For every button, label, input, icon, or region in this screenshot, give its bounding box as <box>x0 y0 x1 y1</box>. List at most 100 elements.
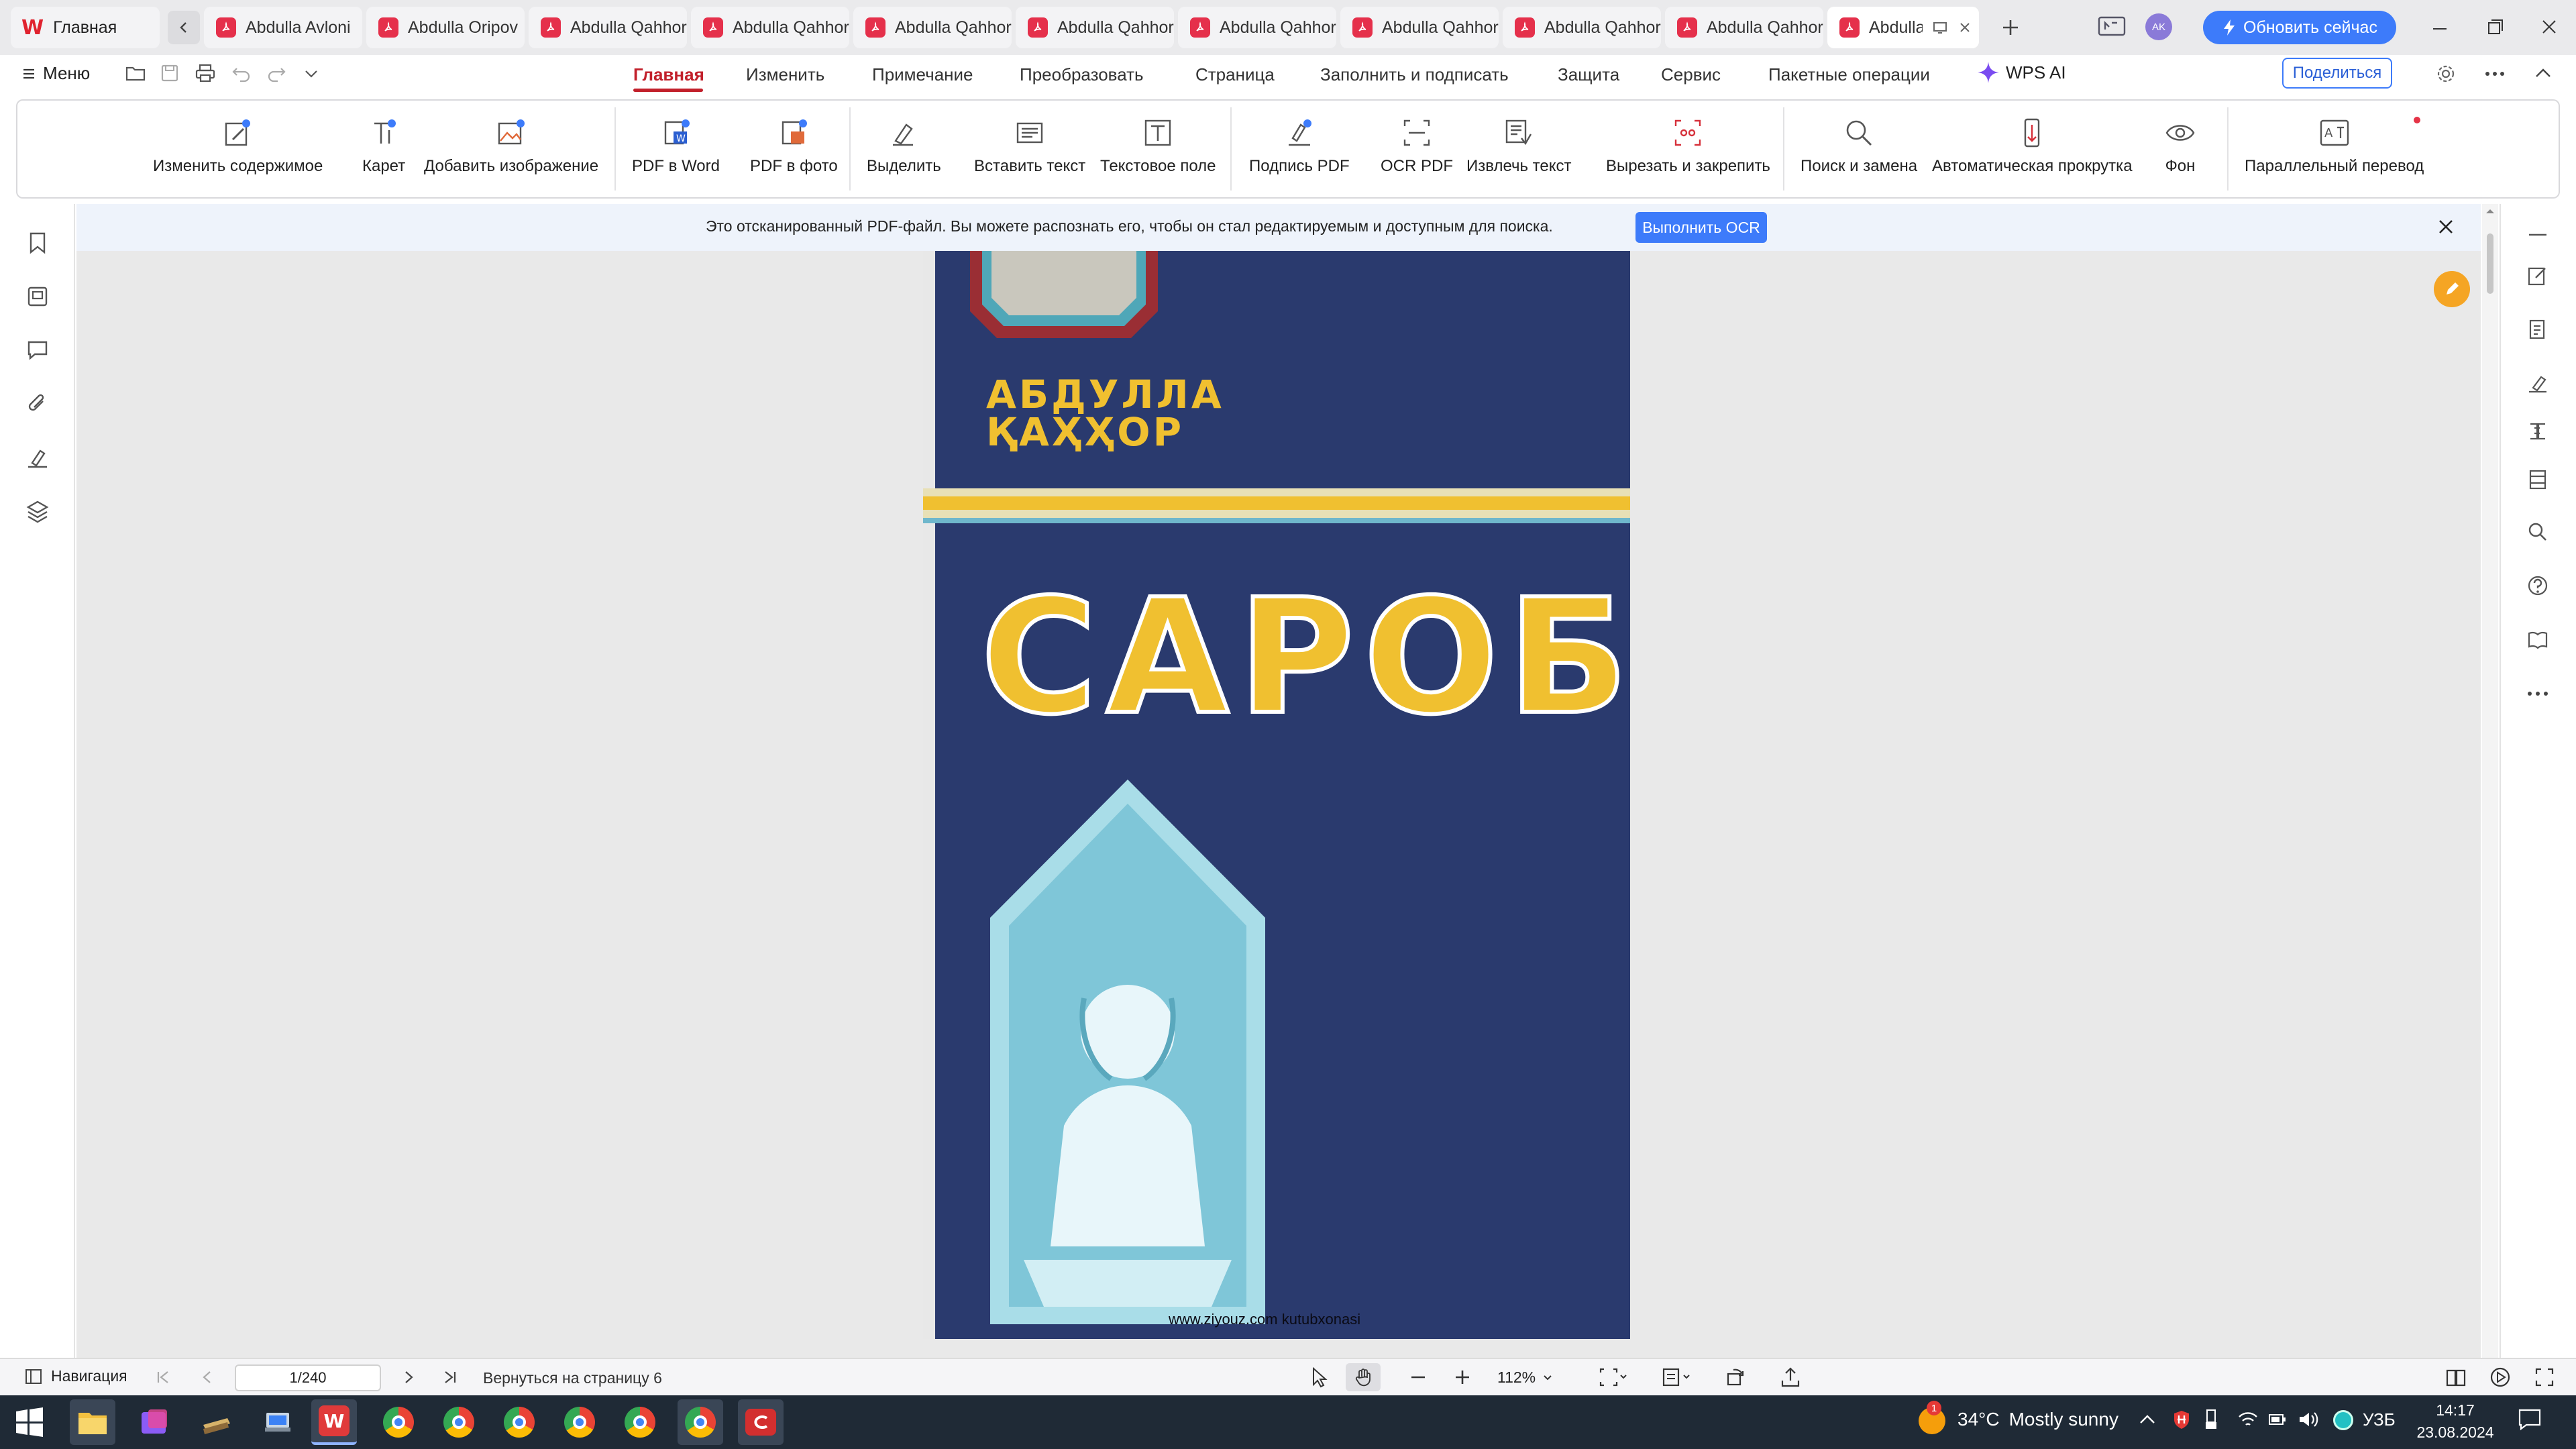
tab-document[interactable]: Abdulla Qahhor <box>1665 7 1823 48</box>
extract-text-button[interactable]: Извлечь текст <box>1466 115 1572 176</box>
tab-document[interactable]: Abdulla Qahhor <box>1503 7 1661 48</box>
pdf-to-image-button[interactable]: PDF в фото <box>750 115 838 176</box>
convert-document-icon[interactable] <box>2526 318 2549 341</box>
update-now-button[interactable]: Обновить сейчас <box>2203 11 2396 44</box>
menu-tab-comment[interactable]: Примечание <box>872 64 973 85</box>
save-icon[interactable] <box>160 63 180 83</box>
tray-app-circle[interactable] <box>2333 1410 2353 1430</box>
menu-tab-fill-sign[interactable]: Заполнить и подписать <box>1320 64 1509 85</box>
taskbar-chrome-3[interactable] <box>496 1399 542 1445</box>
rotate-icon[interactable] <box>1724 1366 1747 1389</box>
scroll-up-icon[interactable] <box>2482 204 2498 217</box>
find-replace-button[interactable]: Поиск и замена <box>1801 115 1917 176</box>
next-page-icon[interactable] <box>400 1368 417 1386</box>
menu-tab-page[interactable]: Страница <box>1195 64 1275 85</box>
more-options-icon[interactable] <box>2483 67 2506 80</box>
bookmark-icon[interactable] <box>25 231 50 255</box>
caret-button[interactable]: Карет <box>362 115 405 176</box>
network-icon[interactable] <box>2237 1409 2259 1430</box>
highlight-button[interactable]: Выделить <box>867 115 941 176</box>
thumbnails-icon[interactable] <box>25 284 50 309</box>
collapse-ribbon-icon[interactable] <box>2533 64 2553 80</box>
add-image-button[interactable]: Добавить изображение <box>424 115 598 176</box>
ocr-pdf-button[interactable]: OCR PDF <box>1381 115 1453 176</box>
tab-document[interactable]: Abdulla Qahhor <box>1016 7 1174 48</box>
tab-document[interactable]: Abdulla Qahhor <box>853 7 1012 48</box>
cut-pin-button[interactable]: Вырезать и закрепить <box>1606 115 1770 176</box>
run-ocr-button[interactable]: Выполнить OCR <box>1635 212 1767 243</box>
print-icon[interactable] <box>195 63 216 83</box>
back-to-page-link[interactable]: Вернуться на страницу 6 <box>483 1369 662 1387</box>
chevron-down-icon[interactable] <box>303 67 319 80</box>
shield-icon[interactable] <box>2171 1409 2192 1430</box>
collapse-panel-icon[interactable] <box>2526 228 2549 241</box>
close-window-icon[interactable] <box>2538 16 2560 38</box>
close-tab-icon[interactable] <box>1957 20 1972 35</box>
taskbar-file-explorer[interactable] <box>70 1399 115 1445</box>
last-page-icon[interactable] <box>441 1368 459 1386</box>
start-button[interactable] <box>7 1399 52 1445</box>
taskbar-chrome-2[interactable] <box>436 1399 482 1445</box>
tray-chevron-up-icon[interactable] <box>2137 1411 2157 1428</box>
tab-scroll-left-button[interactable] <box>168 11 200 44</box>
taskbar-chrome-6[interactable] <box>678 1399 723 1445</box>
notifications-icon[interactable] <box>2517 1407 2542 1432</box>
menu-tab-edit[interactable]: Изменить <box>746 64 824 85</box>
zoom-in-icon[interactable] <box>1453 1368 1472 1386</box>
help-icon[interactable] <box>2526 574 2549 597</box>
open-folder-icon[interactable] <box>125 63 146 83</box>
scrollbar-thumb[interactable] <box>2487 233 2493 294</box>
menu-tab-protect[interactable]: Защита <box>1558 64 1619 85</box>
main-menu-button[interactable]: Меню <box>21 63 90 84</box>
restore-icon[interactable] <box>2485 16 2506 38</box>
language-indicator[interactable]: УЗБ <box>2363 1409 2396 1430</box>
attachment-icon[interactable] <box>25 392 50 416</box>
pdf-to-word-button[interactable]: W PDF в Word <box>632 115 720 176</box>
taskbar-wps-office[interactable]: W <box>311 1399 357 1445</box>
tab-document-active[interactable]: Abdulla Qahhor <box>1827 7 1979 48</box>
settings-icon[interactable] <box>2435 63 2457 85</box>
taskbar-chrome-4[interactable] <box>557 1399 602 1445</box>
taskbar-chrome-5[interactable] <box>617 1399 663 1445</box>
auto-scroll-button[interactable]: Автоматическая прокрутка <box>1932 115 2133 176</box>
menu-tab-wps-ai[interactable]: WPS AI <box>1976 60 2066 85</box>
signature-panel-icon[interactable] <box>25 445 50 470</box>
vertical-scrollbar[interactable] <box>2482 204 2498 1358</box>
page-number-input[interactable]: 1/240 <box>235 1364 381 1391</box>
play-icon[interactable] <box>2489 1366 2512 1389</box>
sign-pdf-button[interactable]: Подпись PDF <box>1249 115 1350 176</box>
background-button[interactable]: Фон <box>2163 115 2198 176</box>
edit-pen-icon[interactable] <box>2526 264 2549 287</box>
battery-icon[interactable] <box>2267 1410 2288 1429</box>
tab-document[interactable]: Abdulla Qahhor <box>1178 7 1336 48</box>
text-box-button[interactable]: Текстовое поле <box>1100 115 1216 176</box>
minimize-icon[interactable] <box>2430 19 2450 39</box>
tab-document[interactable]: Abdulla Avloni <box>204 7 362 48</box>
volume-icon[interactable] <box>2297 1409 2320 1430</box>
tab-document[interactable]: Abdulla Qahhor <box>1340 7 1499 48</box>
redo-icon[interactable] <box>266 63 287 83</box>
monitor-icon[interactable] <box>1932 19 1948 36</box>
taskbar-chrome-1[interactable] <box>376 1399 421 1445</box>
zoom-out-icon[interactable] <box>1409 1368 1428 1386</box>
menu-tab-batch[interactable]: Пакетные операции <box>1768 64 1930 85</box>
reading-view-icon[interactable] <box>2445 1366 2467 1389</box>
comment-icon[interactable] <box>25 338 50 362</box>
tab-home[interactable]: W Главная <box>11 7 160 48</box>
undo-icon[interactable] <box>231 63 252 83</box>
edit-content-button[interactable]: Изменить содержимое <box>153 115 323 176</box>
more-tools-icon[interactable] <box>2525 687 2551 700</box>
navigation-toggle[interactable]: Навигация <box>24 1367 127 1385</box>
search-panel-icon[interactable] <box>2526 521 2549 543</box>
compare-icon[interactable] <box>2526 420 2549 443</box>
share-button[interactable]: Поделиться <box>2282 58 2392 89</box>
menu-tab-tools[interactable]: Сервис <box>1661 64 1721 85</box>
fit-page-icon[interactable] <box>1597 1366 1629 1389</box>
page-layout-icon[interactable] <box>2526 468 2549 491</box>
close-banner-icon[interactable] <box>2435 216 2457 237</box>
layers-icon[interactable] <box>25 499 50 523</box>
weather-widget[interactable]: 1 34°C Mostly sunny <box>1916 1401 2118 1436</box>
previous-page-icon[interactable] <box>199 1368 216 1386</box>
page-view-icon[interactable] <box>1661 1366 1693 1389</box>
insert-text-button[interactable]: Вставить текст <box>974 115 1085 176</box>
